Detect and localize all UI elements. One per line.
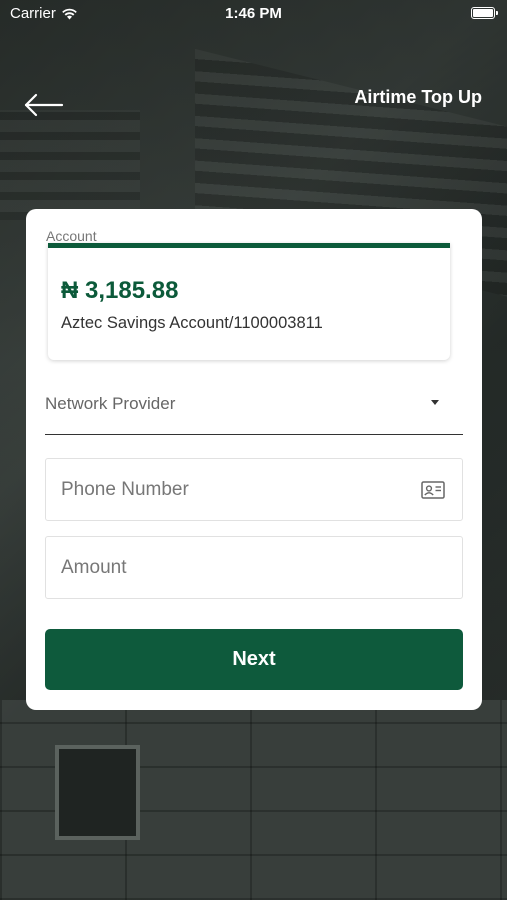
building-facade-left [0, 110, 140, 220]
next-button[interactable]: Next [45, 629, 463, 690]
battery-icon [471, 7, 498, 19]
account-label: Account [46, 228, 97, 244]
amount-field [45, 536, 463, 599]
status-bar: Carrier 1:46 PM [0, 0, 507, 28]
page-title: Airtime Top Up [354, 87, 482, 107]
account-balance: ₦ 3,185.88 [61, 277, 179, 304]
phone-number-field [45, 458, 463, 521]
account-card[interactable]: ₦ 3,185.88 Aztec Savings Account/1100003… [48, 243, 450, 360]
status-time: 1:46 PM [225, 5, 282, 22]
back-button[interactable] [22, 88, 66, 122]
back-arrow-icon [24, 93, 64, 117]
network-provider-select[interactable]: Network Provider [45, 387, 463, 435]
network-provider-placeholder: Network Provider [45, 394, 176, 413]
account-name: Aztec Savings Account/1100003811 [61, 314, 323, 332]
building-window [55, 745, 140, 840]
amount-input[interactable] [46, 537, 462, 598]
airtime-form-card: Account ₦ 3,185.88 Aztec Savings Account… [26, 209, 482, 710]
caret-down-icon [431, 400, 439, 405]
phone-number-input[interactable] [46, 459, 462, 520]
contact-card-icon[interactable] [421, 481, 445, 499]
